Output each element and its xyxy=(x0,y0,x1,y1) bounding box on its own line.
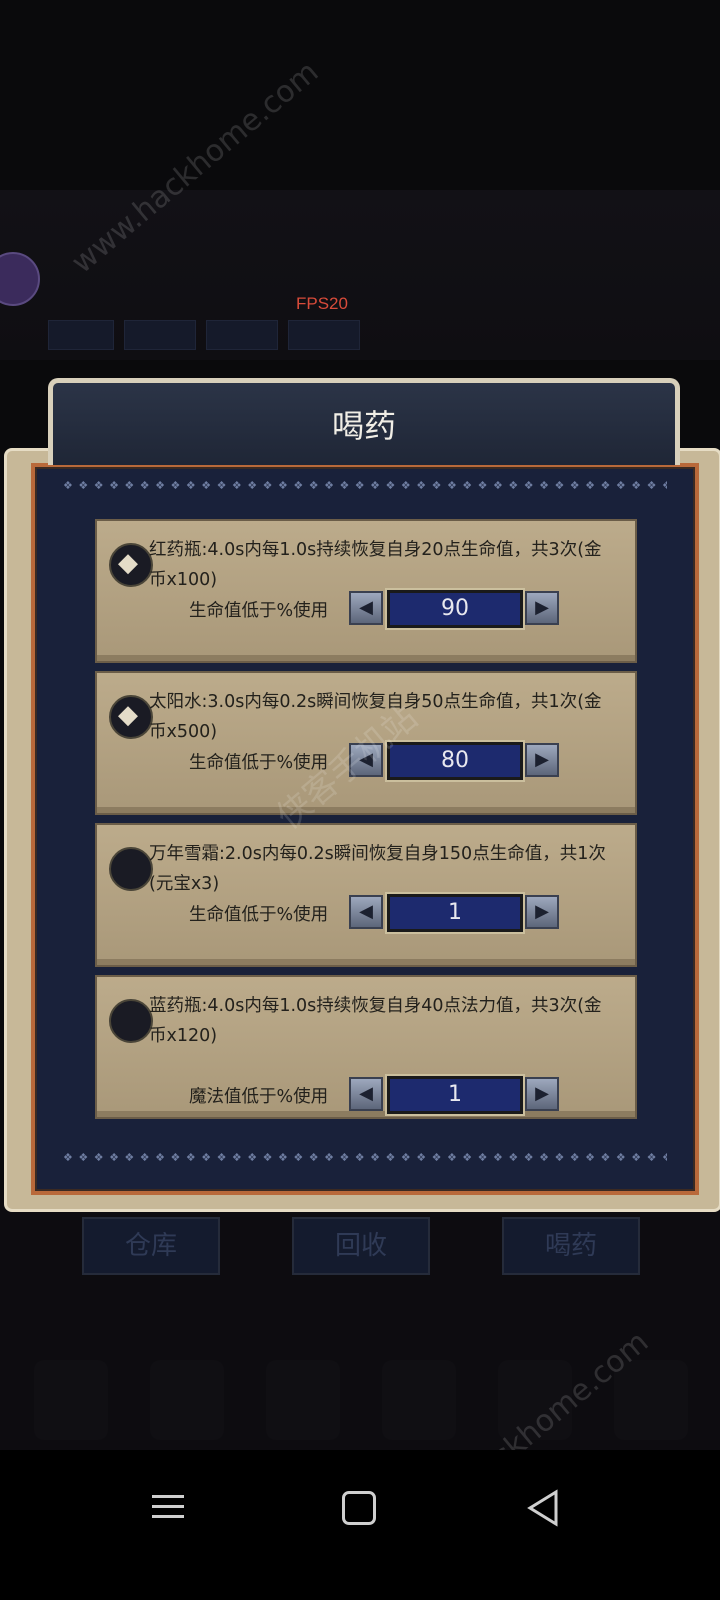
bottom-tab[interactable] xyxy=(150,1360,224,1440)
increase-arrow-icon[interactable]: ▶ xyxy=(525,895,559,929)
potion-select-icon[interactable] xyxy=(109,695,153,739)
bg-tab xyxy=(48,320,114,350)
potion-select-icon[interactable] xyxy=(109,999,153,1043)
increase-arrow-icon[interactable]: ▶ xyxy=(525,591,559,625)
dialog-title: 喝药 xyxy=(331,407,396,445)
bottom-tab[interactable] xyxy=(382,1360,456,1440)
increase-arrow-icon[interactable]: ▶ xyxy=(525,1077,559,1111)
bottom-tab[interactable] xyxy=(266,1360,340,1440)
threshold-value[interactable]: 1 xyxy=(387,894,523,932)
potion-select-icon[interactable] xyxy=(109,847,153,891)
drink-potion-button[interactable]: 喝药 xyxy=(502,1217,640,1275)
potion-item-red: 红药瓶:4.0s内每1.0s持续恢复自身20点生命值，共3次(金币x100) 生… xyxy=(95,519,637,663)
top-ornament: ❖ ❖ ❖ ❖ ❖ ❖ ❖ ❖ ❖ ❖ ❖ ❖ ❖ ❖ ❖ ❖ ❖ ❖ ❖ ❖ … xyxy=(63,479,667,491)
threshold-label: 生命值低于%使用 xyxy=(189,601,329,621)
threshold-value[interactable]: 90 xyxy=(387,590,523,628)
potion-description: 万年雪霜:2.0s内每0.2s瞬间恢复自身150点生命值，共1次(元宝x3) xyxy=(149,844,606,894)
dialog-frame: ❖ ❖ ❖ ❖ ❖ ❖ ❖ ❖ ❖ ❖ ❖ ❖ ❖ ❖ ❖ ❖ ❖ ❖ ❖ ❖ … xyxy=(4,448,720,1212)
potion-description: 蓝药瓶:4.0s内每1.0s持续恢复自身40点法力值，共3次(金币x120) xyxy=(149,996,602,1046)
threshold-value[interactable]: 1 xyxy=(387,1076,523,1114)
recent-apps-icon[interactable] xyxy=(148,1488,188,1528)
system-nav-bar xyxy=(0,1450,720,1600)
increase-arrow-icon[interactable]: ▶ xyxy=(525,743,559,777)
potion-item-blue: 蓝药瓶:4.0s内每1.0s持续恢复自身40点法力值，共3次(金币x120) 魔… xyxy=(95,975,637,1119)
warehouse-button[interactable]: 仓库 xyxy=(82,1217,220,1275)
bg-tab xyxy=(206,320,278,350)
bg-tab xyxy=(288,320,360,350)
home-icon[interactable] xyxy=(342,1491,376,1525)
back-icon[interactable] xyxy=(526,1488,566,1528)
fps-counter: FPS20 xyxy=(296,294,348,313)
bg-tab xyxy=(124,320,196,350)
potion-description: 红药瓶:4.0s内每1.0s持续恢复自身20点生命值，共3次(金币x100) xyxy=(149,540,602,590)
bottom-tab[interactable] xyxy=(34,1360,108,1440)
dialog-title-bar: 喝药 xyxy=(48,378,680,465)
potion-item-snow-frost: 万年雪霜:2.0s内每0.2s瞬间恢复自身150点生命值，共1次(元宝x3) 生… xyxy=(95,823,637,967)
threshold-value[interactable]: 80 xyxy=(387,742,523,780)
potion-select-icon[interactable] xyxy=(109,543,153,587)
threshold-label: 生命值低于%使用 xyxy=(189,905,329,925)
decrease-arrow-icon[interactable]: ◀ xyxy=(349,895,383,929)
decrease-arrow-icon[interactable]: ◀ xyxy=(349,1077,383,1111)
recycle-button[interactable]: 回收 xyxy=(292,1217,430,1275)
potion-dialog: ❖ ❖ ❖ ❖ ❖ ❖ ❖ ❖ ❖ ❖ ❖ ❖ ❖ ❖ ❖ ❖ ❖ ❖ ❖ ❖ … xyxy=(4,378,720,1212)
threshold-label: 魔法值低于%使用 xyxy=(189,1087,329,1107)
dialog-inner-panel: ❖ ❖ ❖ ❖ ❖ ❖ ❖ ❖ ❖ ❖ ❖ ❖ ❖ ❖ ❖ ❖ ❖ ❖ ❖ ❖ … xyxy=(31,463,699,1195)
decrease-arrow-icon[interactable]: ◀ xyxy=(349,591,383,625)
bottom-ornament: ❖ ❖ ❖ ❖ ❖ ❖ ❖ ❖ ❖ ❖ ❖ ❖ ❖ ❖ ❖ ❖ ❖ ❖ ❖ ❖ … xyxy=(63,1151,667,1163)
